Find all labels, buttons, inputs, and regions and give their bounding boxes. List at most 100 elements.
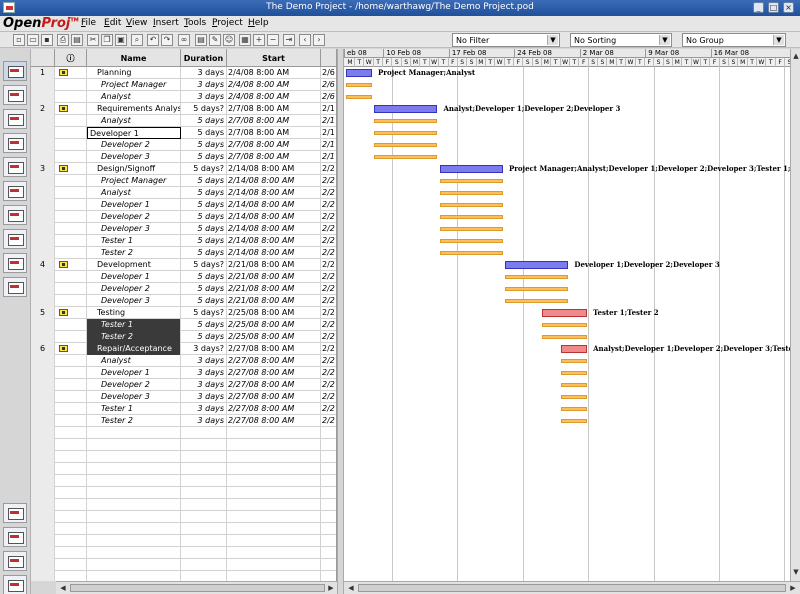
menu-help[interactable]: Help bbox=[248, 18, 269, 28]
assignment-bar[interactable] bbox=[374, 143, 438, 147]
copy-icon[interactable]: ❐ bbox=[101, 34, 113, 46]
empty-cell[interactable] bbox=[321, 571, 336, 581]
empty-cell[interactable] bbox=[321, 499, 336, 511]
task-finish[interactable]: 2/2 bbox=[321, 283, 336, 295]
task-finish[interactable]: 2/2 bbox=[321, 367, 336, 379]
task-row[interactable]: 4 Development 5 days? 2/21/08 8:00 AM 2/2 bbox=[31, 259, 336, 271]
empty-cell[interactable] bbox=[321, 427, 336, 439]
empty-cell[interactable] bbox=[227, 547, 321, 559]
task-name[interactable]: Planning bbox=[87, 67, 181, 79]
row-id[interactable] bbox=[31, 223, 55, 235]
task-duration[interactable]: 3 days? bbox=[181, 343, 227, 355]
assignment-row[interactable]: Developer 23 days 2/27/08 8:00 AM 2/2 bbox=[31, 379, 336, 391]
assignment-row[interactable]: Project Manager 3 days 2/4/08 8:00 AM 2/6 bbox=[31, 79, 336, 91]
task-usage-view-icon[interactable] bbox=[3, 181, 27, 201]
task-duration[interactable]: 5 days? bbox=[181, 103, 227, 115]
task-duration[interactable]: 3 days bbox=[181, 379, 227, 391]
scroll-down-icon[interactable]: ▼ bbox=[791, 567, 800, 577]
assignment-bar[interactable] bbox=[561, 407, 588, 411]
task-name[interactable]: Tester 2 bbox=[87, 247, 181, 259]
task-row[interactable]: 1 Planning 3 days 2/4/08 8:00 AM 2/6 bbox=[31, 67, 336, 79]
empty-cell[interactable] bbox=[55, 487, 87, 499]
task-name[interactable]: Project Manager bbox=[87, 79, 181, 91]
task-start[interactable]: 2/14/08 8:00 AM bbox=[227, 175, 321, 187]
row-indicator[interactable] bbox=[55, 331, 87, 343]
task-name[interactable]: Developer 1 bbox=[87, 199, 181, 211]
task-duration[interactable]: 5 days bbox=[181, 247, 227, 259]
empty-cell[interactable] bbox=[31, 427, 55, 439]
task-start[interactable]: 2/27/08 8:00 AM bbox=[227, 391, 321, 403]
gantt-horizontal-scrollbar[interactable]: ◀ ▶ bbox=[344, 581, 800, 594]
empty-cell[interactable] bbox=[87, 511, 181, 523]
task-duration[interactable]: 3 days bbox=[181, 79, 227, 91]
empty-cell[interactable] bbox=[227, 427, 321, 439]
task-start[interactable]: 2/7/08 8:00 AM bbox=[227, 115, 321, 127]
row-id[interactable] bbox=[31, 187, 55, 199]
empty-cell[interactable] bbox=[31, 523, 55, 535]
task-start[interactable]: 2/14/08 8:00 AM bbox=[227, 235, 321, 247]
assignment-bar[interactable] bbox=[346, 83, 373, 87]
minimize-button[interactable]: _ bbox=[753, 2, 764, 13]
task-duration[interactable]: 5 days bbox=[181, 199, 227, 211]
empty-cell[interactable] bbox=[87, 427, 181, 439]
assignment-row[interactable]: Developer 15 days 2/14/08 8:00 AM 2/2 bbox=[31, 199, 336, 211]
row-id[interactable] bbox=[31, 91, 55, 103]
task-name[interactable]: Developer 2 bbox=[87, 283, 181, 295]
empty-cell[interactable] bbox=[181, 547, 227, 559]
task-start[interactable]: 2/27/08 8:00 AM bbox=[227, 415, 321, 427]
redo-icon[interactable]: ↷ bbox=[161, 34, 173, 46]
task-usage-detail-icon[interactable] bbox=[3, 551, 27, 571]
row-indicator[interactable] bbox=[55, 247, 87, 259]
empty-cell[interactable] bbox=[321, 451, 336, 463]
empty-row[interactable] bbox=[31, 559, 336, 571]
new-icon[interactable]: ▫ bbox=[13, 34, 25, 46]
scroll-right-icon[interactable]: ▶ bbox=[788, 583, 798, 593]
print-icon[interactable]: ⎙ bbox=[57, 34, 69, 46]
empty-row[interactable] bbox=[31, 451, 336, 463]
row-id[interactable] bbox=[31, 115, 55, 127]
row-id[interactable] bbox=[31, 271, 55, 283]
close-button[interactable]: × bbox=[783, 2, 794, 13]
assignment-row[interactable]: Tester 15 days 2/25/08 8:00 AM 2/2 bbox=[31, 319, 336, 331]
row-id[interactable] bbox=[31, 151, 55, 163]
row-indicator[interactable] bbox=[55, 307, 87, 319]
task-name[interactable]: Analyst bbox=[87, 187, 181, 199]
empty-cell[interactable] bbox=[55, 559, 87, 571]
task-name[interactable]: Tester 2 bbox=[87, 331, 181, 343]
task-row[interactable]: 3 Design/Signoff 5 days? 2/14/08 8:00 AM 2/2 bbox=[31, 163, 336, 175]
empty-cell[interactable] bbox=[227, 559, 321, 571]
task-duration[interactable]: 5 days bbox=[181, 115, 227, 127]
task-duration[interactable]: 5 days? bbox=[181, 307, 227, 319]
empty-row[interactable] bbox=[31, 511, 336, 523]
charts-view-icon[interactable] bbox=[3, 527, 27, 547]
task-duration[interactable]: 5 days bbox=[181, 187, 227, 199]
empty-cell[interactable] bbox=[321, 439, 336, 451]
task-name[interactable]: Developer 2 bbox=[87, 379, 181, 391]
empty-row[interactable] bbox=[31, 487, 336, 499]
empty-cell[interactable] bbox=[87, 439, 181, 451]
assignment-row[interactable]: Developer 25 days 2/21/08 8:00 AM 2/2 bbox=[31, 283, 336, 295]
calendar-icon[interactable]: ▦ bbox=[239, 34, 251, 46]
assignment-row[interactable]: Tester 25 days 2/14/08 8:00 AM 2/2 bbox=[31, 247, 336, 259]
task-start[interactable]: 2/7/08 8:00 AM bbox=[227, 103, 321, 115]
cut-icon[interactable]: ✂ bbox=[87, 34, 99, 46]
assignment-bar[interactable] bbox=[561, 359, 588, 363]
task-finish[interactable]: 2/2 bbox=[321, 343, 336, 355]
row-indicator[interactable] bbox=[55, 139, 87, 151]
task-start[interactable]: 2/14/08 8:00 AM bbox=[227, 199, 321, 211]
assignment-bar[interactable] bbox=[561, 395, 588, 399]
assignment-bar[interactable] bbox=[542, 323, 588, 327]
group-select[interactable]: No Group ▼ bbox=[682, 33, 786, 47]
assignment-bar[interactable] bbox=[561, 419, 588, 423]
row-indicator[interactable] bbox=[55, 391, 87, 403]
empty-cell[interactable] bbox=[227, 439, 321, 451]
task-start[interactable]: 2/4/08 8:00 AM bbox=[227, 79, 321, 91]
header-start[interactable]: Start bbox=[227, 49, 321, 67]
empty-cell[interactable] bbox=[87, 571, 181, 581]
save-icon[interactable]: ▪ bbox=[41, 34, 53, 46]
task-start[interactable]: 2/27/08 8:00 AM bbox=[227, 403, 321, 415]
task-finish[interactable]: 2/6 bbox=[321, 91, 336, 103]
task-name[interactable]: Developer 3 bbox=[87, 295, 181, 307]
link-icon[interactable]: ∞ bbox=[178, 34, 190, 46]
empty-row[interactable] bbox=[31, 439, 336, 451]
